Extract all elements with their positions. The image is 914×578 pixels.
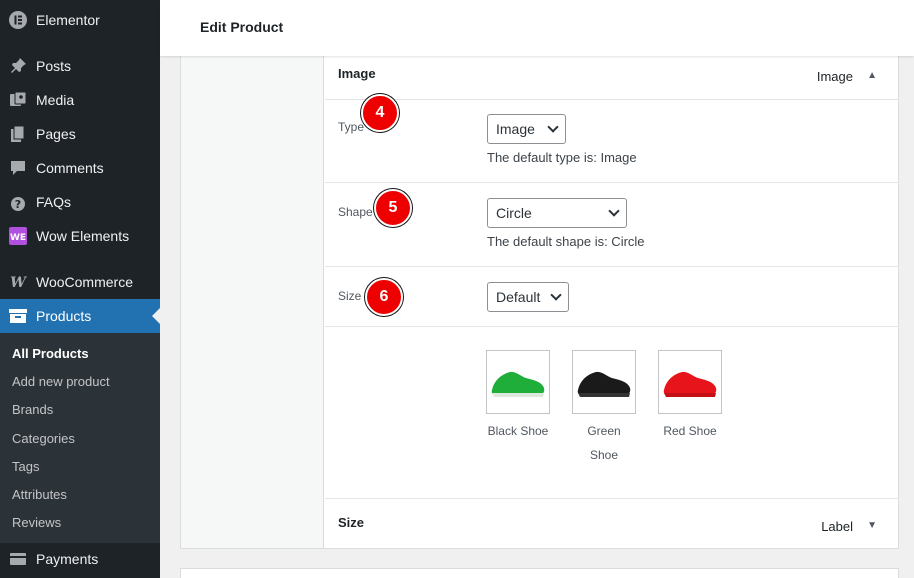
menu-label: Pages: [36, 126, 76, 142]
svg-text:W: W: [10, 275, 27, 289]
shoe-icon: [491, 371, 545, 397]
shoe-icon: [577, 371, 631, 397]
step-badge-5: 5: [374, 189, 412, 227]
menu-label: WooCommerce: [36, 274, 133, 290]
swatch-green-shoe[interactable]: [572, 350, 636, 414]
swatch-label: Green Shoe: [564, 419, 644, 467]
shape-row: Shape 5 Circle The default shape is: Cir…: [325, 182, 899, 266]
section-title: Image: [338, 66, 376, 81]
question-icon: ?: [8, 192, 28, 212]
type-select[interactable]: Image: [487, 114, 566, 144]
swatch-black-shoe[interactable]: [486, 350, 550, 414]
swatch-label: Black Shoe: [487, 424, 549, 438]
swatch-label-text: Green Shoe: [587, 424, 621, 462]
payments-icon: [8, 549, 28, 569]
panel-side-column: [181, 45, 324, 548]
woocommerce-icon: W: [8, 272, 28, 292]
swatch-label: Red Shoe: [663, 424, 717, 438]
menu-item-woocommerce[interactable]: W WooCommerce: [0, 265, 160, 299]
submenu-tags[interactable]: Tags: [12, 459, 39, 474]
menu-label: Comments: [36, 160, 104, 176]
menu-label: Products: [36, 308, 92, 324]
menu-label: Posts: [36, 58, 72, 74]
shape-label: Shape: [338, 205, 373, 219]
pin-icon: [8, 56, 28, 76]
wow-elements-icon: WE: [8, 226, 28, 246]
swatches-row: Black Shoe Green Shoe Red Shoe: [325, 326, 899, 498]
comment-icon: [8, 158, 28, 178]
menu-label: FAQs: [36, 194, 72, 210]
size-select-value: Default: [496, 289, 541, 305]
section-type-label: Label: [821, 519, 853, 534]
menu-item-wow-elements[interactable]: WE Wow Elements: [0, 219, 160, 253]
page-title: Edit Product: [200, 19, 284, 35]
type-label: Type: [338, 120, 365, 134]
chevron-down-icon: [547, 121, 559, 133]
submenu-reviews[interactable]: Reviews: [12, 515, 61, 530]
pages-icon: [8, 124, 28, 144]
menu-item-elementor[interactable]: Elementor: [0, 3, 160, 37]
menu-label: Wow Elements: [36, 228, 130, 244]
submenu-add-new-product[interactable]: Add new product: [12, 374, 110, 389]
submenu-attributes[interactable]: Attributes: [12, 487, 67, 502]
menu-label: Media: [36, 92, 75, 108]
step-badge-6: 6: [365, 278, 403, 316]
svg-text:WE: WE: [10, 233, 26, 243]
size-row: Size 6 Default: [325, 266, 899, 327]
step-badge-4: 4: [361, 94, 399, 132]
page-header: Edit Product: [160, 0, 914, 56]
menu-item-posts[interactable]: Posts: [0, 49, 160, 83]
section-type-label: Image: [816, 69, 853, 84]
svg-text:?: ?: [15, 198, 21, 211]
size-select[interactable]: Default: [487, 282, 569, 312]
archive-icon: [8, 306, 28, 326]
menu-item-payments[interactable]: Payments: [0, 542, 160, 576]
media-icon: [8, 90, 28, 110]
next-panel: [180, 568, 899, 578]
size-label: Size: [338, 289, 362, 303]
type-row: Type 4 Image The default type is: Image: [325, 94, 899, 183]
collapse-arrow-icon[interactable]: ▲: [867, 70, 877, 81]
shape-description: The default shape is: Circle: [487, 234, 645, 249]
menu-label: Elementor: [36, 12, 100, 28]
submenu-categories[interactable]: Categories: [12, 431, 75, 446]
menu-item-comments[interactable]: Comments: [0, 151, 160, 185]
menu-item-pages[interactable]: Pages: [0, 117, 160, 151]
size-section-header[interactable]: Size Label ▼: [325, 498, 899, 548]
submenu-all-products[interactable]: All Products: [12, 346, 89, 361]
shape-select[interactable]: Circle: [487, 198, 627, 228]
products-submenu: All Products Add new product Brands Cate…: [0, 333, 160, 543]
elementor-icon: [8, 10, 28, 30]
menu-item-media[interactable]: Media: [0, 83, 160, 117]
attribute-settings-panel: Image Image ▲ Type 4 Image The default t…: [180, 44, 899, 549]
chevron-down-icon: [608, 205, 620, 217]
menu-item-faqs[interactable]: ? FAQs: [0, 185, 160, 219]
menu-item-products[interactable]: Products: [0, 299, 160, 333]
type-description: The default type is: Image: [487, 150, 637, 165]
swatch-red-shoe[interactable]: [658, 350, 722, 414]
expand-arrow-icon[interactable]: ▼: [867, 520, 877, 531]
admin-sidebar: Elementor Posts Media Pages Comments ? F…: [0, 0, 160, 578]
chevron-down-icon: [550, 289, 562, 301]
section-title: Size: [338, 515, 365, 530]
shoe-icon: [663, 371, 717, 397]
menu-label: Payments: [36, 551, 99, 567]
submenu-brands[interactable]: Brands: [12, 402, 53, 417]
type-select-value: Image: [496, 121, 535, 137]
shape-select-value: Circle: [496, 205, 532, 221]
